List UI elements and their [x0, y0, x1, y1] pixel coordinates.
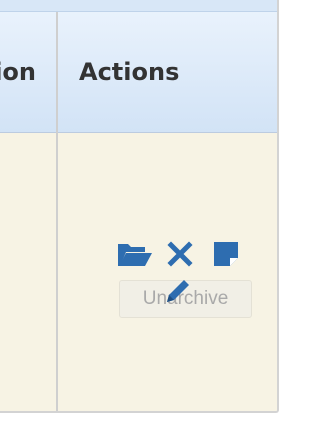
table-top-strip — [0, 0, 277, 12]
header-previous-label: ion — [0, 58, 36, 86]
pencil-icon[interactable] — [163, 276, 193, 306]
column-divider — [56, 12, 58, 411]
header-cell-actions: Actions — [79, 58, 180, 86]
folder-open-icon[interactable] — [117, 240, 153, 268]
close-icon[interactable] — [167, 240, 193, 268]
note-icon[interactable] — [213, 241, 239, 267]
table-header-row: ion Actions — [0, 12, 277, 133]
table-row — [0, 133, 277, 411]
header-cell-previous[interactable]: ion — [0, 58, 56, 92]
data-table: ion Actions Unarchive — [0, 0, 279, 413]
